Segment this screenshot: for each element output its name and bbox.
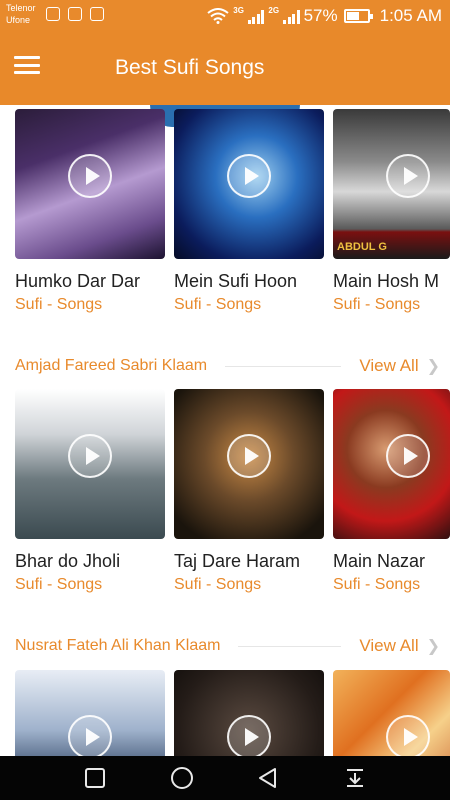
song-card[interactable]: Humko Dar Dar Sufi - Songs <box>15 109 165 314</box>
thumbnail-caption: ABDUL G <box>337 241 387 253</box>
section-title: Nusrat Fateh Ali Khan Klaam <box>15 637 221 654</box>
network-type-2: 2G <box>268 5 280 15</box>
play-icon[interactable] <box>386 434 430 478</box>
song-category: Sufi - Songs <box>15 576 103 593</box>
battery-percent: 57% <box>303 6 338 25</box>
view-all-link[interactable]: View All <box>359 636 418 656</box>
song-card[interactable]: Main Nazar Sufi - Songs <box>333 389 450 594</box>
play-icon[interactable] <box>227 154 271 198</box>
song-card[interactable]: Taj Dare Haram Sufi - Songs <box>174 389 324 594</box>
notification-pull-icon[interactable] <box>340 763 370 793</box>
signal-bars-2-icon <box>283 8 300 24</box>
divider <box>225 365 342 367</box>
play-icon[interactable] <box>227 715 271 756</box>
song-thumbnail <box>333 389 450 539</box>
notification-icons <box>46 7 104 21</box>
song-category: Sufi - Songs <box>333 576 421 593</box>
mail-notification-icon <box>68 7 82 21</box>
status-bar: Telenor Ufone 3G 2G 57% 1:05 AM <box>0 0 450 30</box>
chevron-right-icon: ❯ <box>426 358 440 375</box>
triangle-back-icon[interactable] <box>253 763 283 793</box>
section-header: Amjad Fareed Sabri Klaam View All ❯ <box>15 355 440 377</box>
song-card[interactable]: Mein Sufi Hoon Sufi - Songs <box>174 109 324 314</box>
song-category: Sufi - Songs <box>15 296 103 313</box>
song-card[interactable] <box>15 670 165 756</box>
song-thumbnail <box>15 389 165 539</box>
song-card[interactable] <box>333 670 450 756</box>
song-thumbnail <box>174 109 324 259</box>
app-notification-icon <box>46 7 60 21</box>
carrier-1: Telenor <box>6 3 36 13</box>
play-icon[interactable] <box>386 715 430 756</box>
song-thumbnail <box>333 670 450 756</box>
carrier-names: Telenor Ufone <box>6 2 36 26</box>
status-indicators: 3G 2G 57% 1:05 AM <box>207 6 442 26</box>
network-type-1: 3G <box>233 5 244 15</box>
song-thumbnail <box>15 670 165 756</box>
song-title: Mein Sufi Hoon <box>174 271 298 291</box>
divider <box>238 645 342 647</box>
system-nav-bar <box>0 756 450 800</box>
song-title: Main Nazar <box>333 551 426 571</box>
song-card[interactable] <box>174 670 324 756</box>
play-icon[interactable] <box>227 434 271 478</box>
section-title: Amjad Fareed Sabri Klaam <box>15 357 208 374</box>
signal-bars-1-icon <box>247 8 265 24</box>
song-category: Sufi - Songs <box>174 296 262 313</box>
page-title: Best Sufi Songs <box>115 56 265 79</box>
hamburger-menu-icon[interactable] <box>14 56 40 76</box>
song-thumbnail <box>174 670 324 756</box>
section-header: Nusrat Fateh Ali Khan Klaam View All ❯ <box>15 635 440 657</box>
app-bar: Best Sufi Songs <box>0 30 450 105</box>
song-thumbnail <box>174 389 324 539</box>
song-category: Sufi - Songs <box>333 296 421 313</box>
song-card[interactable]: ABDUL G Main Hosh M Sufi - Songs <box>333 109 450 314</box>
song-thumbnail <box>15 109 165 259</box>
wifi-icon <box>207 8 229 24</box>
play-icon[interactable] <box>68 715 112 756</box>
play-icon[interactable] <box>68 434 112 478</box>
battery-icon <box>343 9 373 23</box>
circle-home-icon[interactable] <box>167 763 197 793</box>
song-thumbnail: ABDUL G <box>333 109 450 259</box>
song-title: Taj Dare Haram <box>174 551 301 571</box>
clock: 1:05 AM <box>379 6 442 25</box>
chevron-right-icon: ❯ <box>426 638 440 655</box>
section-row-3 <box>0 670 450 756</box>
square-recents-icon[interactable] <box>80 763 110 793</box>
view-all-link[interactable]: View All <box>359 356 418 376</box>
song-title: Main Hosh M <box>333 271 440 291</box>
carrier-2: Ufone <box>6 15 31 25</box>
song-title: Bhar do Jholi <box>15 551 121 571</box>
gallery-notification-icon <box>90 7 104 21</box>
play-icon[interactable] <box>68 154 112 198</box>
song-category: Sufi - Songs <box>174 576 262 593</box>
song-card[interactable]: Bhar do Jholi Sufi - Songs <box>15 389 165 594</box>
play-icon[interactable] <box>386 154 430 198</box>
song-title: Humko Dar Dar <box>15 271 141 291</box>
